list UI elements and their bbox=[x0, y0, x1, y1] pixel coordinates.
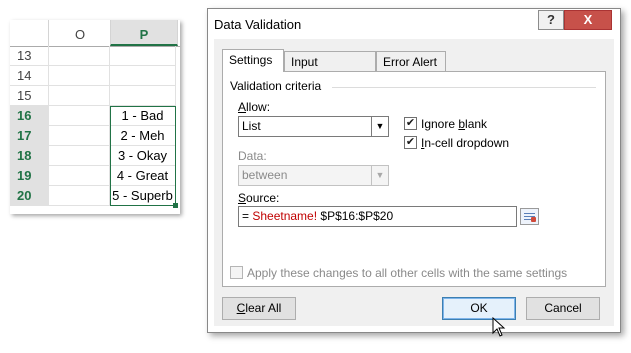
clear-all-button[interactable]: Clear All bbox=[222, 297, 296, 320]
cell-p14[interactable] bbox=[110, 66, 176, 86]
source-range: $P$16:$P$20 bbox=[317, 209, 394, 223]
cell-o18[interactable] bbox=[48, 146, 110, 166]
row-header-20[interactable]: 20 bbox=[10, 186, 48, 206]
row-header-16[interactable]: 16 bbox=[10, 106, 48, 126]
spreadsheet-fragment: O P 13 14 15 16 17 18 19 20 1 - Bad 2 - … bbox=[10, 20, 180, 214]
cell-o19[interactable] bbox=[48, 166, 110, 186]
tab-input-message[interactable]: Input Message bbox=[284, 51, 376, 89]
row-header-19[interactable]: 19 bbox=[10, 166, 48, 186]
row-header-21[interactable] bbox=[10, 206, 48, 214]
data-label: Data: bbox=[238, 149, 267, 163]
allow-select[interactable]: List ▼ bbox=[238, 116, 389, 137]
ignore-blank-label[interactable]: Ignore blank bbox=[421, 117, 487, 131]
allow-select-value: List bbox=[242, 119, 261, 133]
row-header-14[interactable]: 14 bbox=[10, 66, 48, 86]
cell-o20[interactable] bbox=[48, 186, 110, 206]
help-button[interactable]: ? bbox=[538, 10, 564, 30]
cancel-button[interactable]: Cancel bbox=[526, 297, 600, 320]
apply-all-label: Apply these changes to all other cells w… bbox=[247, 266, 568, 280]
data-select: between ▼ bbox=[238, 165, 389, 186]
source-prefix: = bbox=[242, 209, 253, 223]
dialog-titlebar[interactable]: Data Validation ? X bbox=[208, 9, 620, 39]
ignore-blank-checkbox[interactable]: ✔ bbox=[404, 117, 417, 130]
in-cell-dropdown-checkbox[interactable]: ✔ bbox=[404, 136, 417, 149]
apply-all-checkbox bbox=[230, 266, 243, 279]
cell-o14[interactable] bbox=[48, 66, 110, 86]
mouse-pointer-icon bbox=[492, 317, 506, 337]
chevron-down-icon: ▼ bbox=[371, 166, 388, 185]
row-header-18[interactable]: 18 bbox=[10, 146, 48, 166]
tab-error-alert[interactable]: Error Alert bbox=[376, 51, 446, 71]
selection-outline bbox=[110, 106, 176, 206]
cell-p13[interactable] bbox=[110, 46, 176, 66]
cell-o13[interactable] bbox=[48, 46, 110, 66]
fill-handle[interactable] bbox=[173, 203, 178, 208]
row-header-15[interactable]: 15 bbox=[10, 86, 48, 106]
row-header-13[interactable]: 13 bbox=[10, 46, 48, 66]
range-selector-icon[interactable] bbox=[520, 208, 539, 225]
close-button[interactable]: X bbox=[564, 10, 612, 30]
chevron-down-icon[interactable]: ▼ bbox=[371, 117, 388, 136]
source-sheet-name: Sheetname! bbox=[252, 209, 318, 223]
tab-settings[interactable]: Settings bbox=[222, 49, 284, 72]
cell-o16[interactable] bbox=[48, 106, 110, 126]
in-cell-dropdown-label[interactable]: In-cell dropdown bbox=[421, 136, 509, 150]
row-header-17[interactable]: 17 bbox=[10, 126, 48, 146]
cell-p15[interactable] bbox=[110, 86, 176, 106]
cell-o15[interactable] bbox=[48, 86, 110, 106]
source-label: Source: bbox=[238, 191, 280, 205]
column-header-p[interactable]: P bbox=[110, 20, 178, 46]
dialog-client-area: Settings Input Message Error Alert Valid… bbox=[214, 39, 614, 326]
data-select-value: between bbox=[242, 168, 288, 182]
allow-label: Allow: bbox=[238, 100, 271, 114]
data-validation-dialog: Data Validation ? X Settings Input Messa… bbox=[207, 8, 621, 333]
cell-o17[interactable] bbox=[48, 126, 110, 146]
dialog-title: Data Validation bbox=[214, 17, 302, 32]
column-header-o[interactable]: O bbox=[48, 20, 111, 46]
group-divider bbox=[332, 87, 596, 88]
validation-criteria-heading: Validation criteria bbox=[230, 79, 322, 93]
source-input[interactable]: = Sheetname! $P$16:$P$20 bbox=[238, 206, 539, 227]
